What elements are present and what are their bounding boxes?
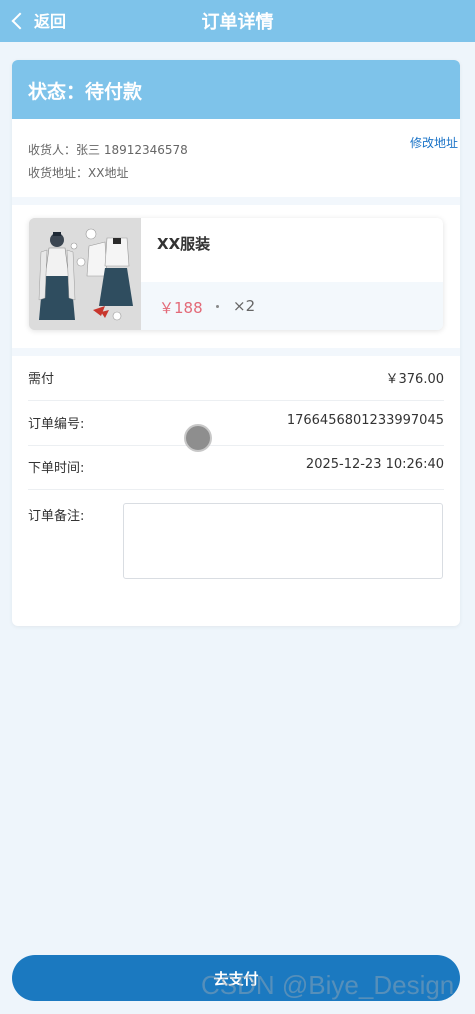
order-status-text: 状态：待付款 bbox=[28, 81, 143, 103]
page-title: 订单详情 bbox=[201, 12, 274, 33]
order-detail-card: 状态：待付款 收货人：张三 18912346578 收货地址：XX地址 修改地址 bbox=[12, 60, 460, 626]
status-bar: 状态：待付款 bbox=[12, 60, 460, 119]
order-number-row: 订单编号: 1766456801233997045 bbox=[28, 405, 444, 441]
product-name: XX服装 bbox=[157, 235, 211, 253]
separator-dot bbox=[216, 305, 219, 308]
top-navigation-bar: 返回 订单详情 bbox=[0, 0, 475, 42]
product-item[interactable]: XX服装 ￥188 ×2 bbox=[29, 218, 443, 330]
product-thumbnail bbox=[29, 218, 141, 330]
address-line: 收货地址：XX地址 bbox=[28, 166, 129, 180]
order-note-input[interactable] bbox=[123, 503, 443, 579]
address-section: 收货人：张三 18912346578 收货地址：XX地址 修改地址 bbox=[12, 119, 460, 197]
amount-due-row: 需付 ￥376.00 bbox=[28, 360, 444, 396]
order-number-value: 1766456801233997045 bbox=[286, 413, 444, 428]
section-divider bbox=[12, 197, 460, 205]
order-time-value: 2025-12-23 10:26:40 bbox=[305, 457, 444, 472]
amount-due-value: ￥376.00 bbox=[385, 372, 445, 387]
order-note-label: 订单备注: bbox=[28, 509, 85, 524]
amount-due-label: 需付 bbox=[28, 372, 55, 387]
order-time-label: 下单时间: bbox=[28, 461, 85, 476]
order-number-label: 订单编号: bbox=[28, 417, 85, 432]
row-divider bbox=[28, 400, 444, 401]
price-row: ￥188 ×2 bbox=[141, 282, 443, 330]
product-quantity: ×2 bbox=[233, 297, 256, 315]
order-time-row: 下单时间: 2025-12-23 10:26:40 bbox=[28, 449, 444, 485]
section-divider bbox=[12, 348, 460, 356]
row-divider bbox=[28, 489, 444, 490]
pay-button[interactable]: 去支付 bbox=[12, 955, 460, 1001]
product-price: ￥188 bbox=[159, 299, 203, 317]
touch-indicator bbox=[184, 424, 212, 452]
row-divider bbox=[28, 445, 444, 446]
recipient-line: 收货人：张三 18912346578 bbox=[28, 143, 188, 157]
edit-address-link[interactable]: 修改地址 bbox=[410, 134, 458, 151]
